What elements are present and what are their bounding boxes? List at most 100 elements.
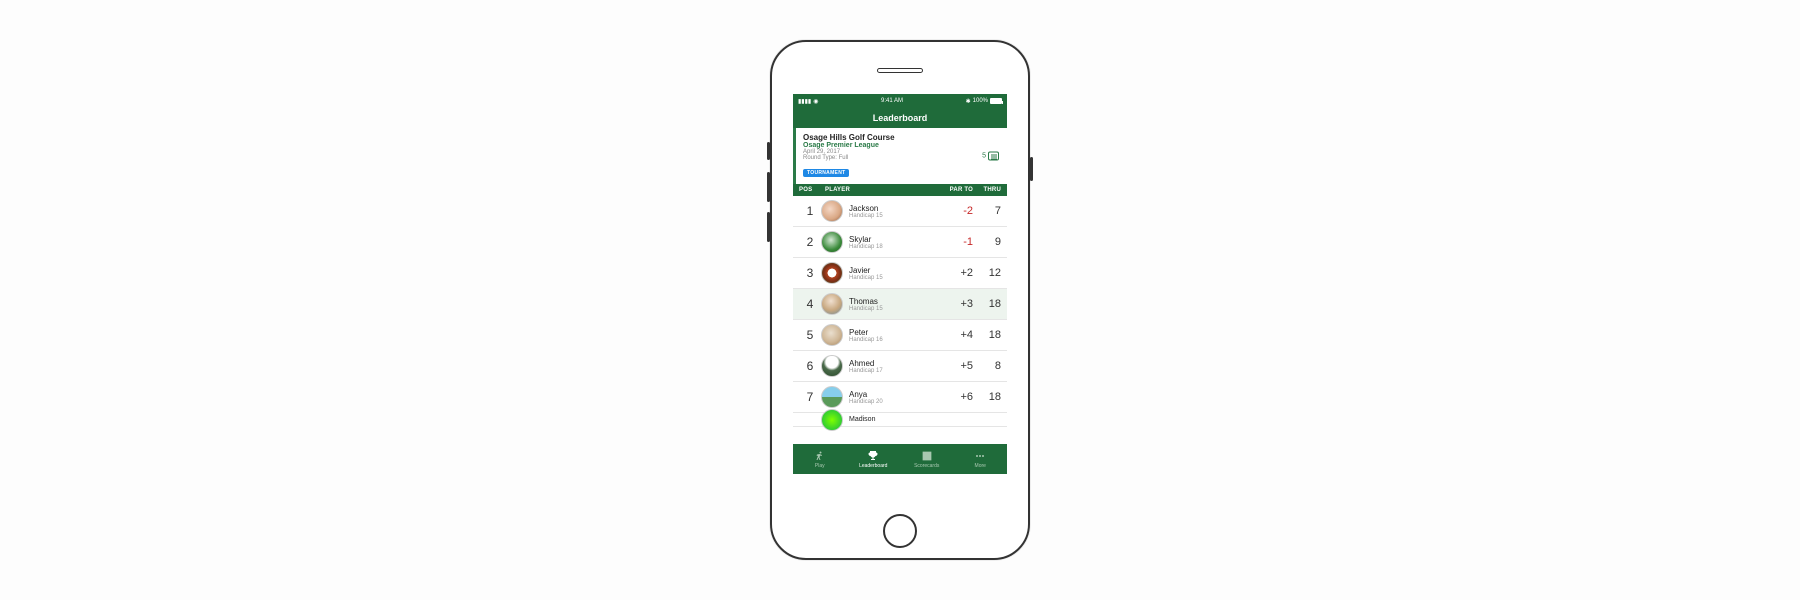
leaderboard-row[interactable]: Madison (793, 413, 1007, 427)
more-icon (974, 450, 986, 462)
par-to: +5 (939, 360, 973, 372)
battery-percent: 100% (973, 98, 988, 104)
wifi-icon: ◉ (813, 98, 818, 105)
status-time: 9:41 AM (881, 98, 903, 104)
col-player: PLAYER (821, 187, 939, 193)
volume-up (767, 172, 770, 202)
player-name: Ahmed (849, 359, 939, 368)
player-info: JavierHandicap 15 (849, 266, 939, 281)
trophy-icon (867, 450, 879, 462)
player-info: ThomasHandicap 15 (849, 297, 939, 312)
par-to: +2 (939, 267, 973, 279)
round-type: Round Type: Full (803, 155, 1000, 161)
position: 4 (799, 297, 821, 311)
tab-play-label: Play (815, 463, 825, 469)
thru: 18 (973, 298, 1001, 310)
player-info: JacksonHandicap 15 (849, 204, 939, 219)
bluetooth-icon: ✱ (966, 98, 971, 105)
player-info: SkylarHandicap 18 (849, 235, 939, 250)
home-button[interactable] (883, 514, 917, 548)
thru: 9 (973, 236, 1001, 248)
handicap: Handicap 16 (849, 337, 939, 343)
tab-bar: Play Leaderboard Scorecards More (793, 444, 1007, 474)
player-name: Anya (849, 390, 939, 399)
leaderboard-rows[interactable]: 1JacksonHandicap 15-272SkylarHandicap 18… (793, 196, 1007, 444)
speaker (877, 68, 923, 73)
player-name: Skylar (849, 235, 939, 244)
position: 1 (799, 204, 821, 218)
par-to: +4 (939, 329, 973, 341)
comment-count: 5 (982, 153, 986, 160)
tournament-badge: TOURNAMENT (803, 169, 849, 177)
leaderboard-row[interactable]: 3 JavierHandicap 15+212 (793, 258, 1007, 289)
tab-scorecards[interactable]: Scorecards (900, 444, 954, 474)
thru: 8 (973, 360, 1001, 372)
thru: 12 (973, 267, 1001, 279)
player-name: Madison (849, 416, 939, 423)
leaderboard-row[interactable]: 2 SkylarHandicap 18-19 (793, 227, 1007, 258)
avatar (821, 386, 843, 408)
player-name: Peter (849, 328, 939, 337)
position: 6 (799, 359, 821, 373)
signal-icon: ▮▮▮▮ (798, 98, 811, 105)
thru: 18 (973, 329, 1001, 341)
phone-frame: ▮▮▮▮ ◉ 9:41 AM ✱ 100% Leaderboard Osage … (770, 40, 1030, 560)
player-info: Madison (849, 416, 939, 423)
par-to: -1 (939, 236, 973, 248)
table-header: POS PLAYER PAR TO THRU (793, 184, 1007, 196)
leaderboard-row[interactable]: 4ThomasHandicap 15+318 (793, 289, 1007, 320)
avatar (821, 409, 843, 431)
avatar (821, 324, 843, 346)
leaderboard-row[interactable]: 7AnyaHandicap 20+618 (793, 382, 1007, 413)
player-info: AhmedHandicap 17 (849, 359, 939, 374)
player-name: Thomas (849, 297, 939, 306)
status-bar: ▮▮▮▮ ◉ 9:41 AM ✱ 100% (793, 94, 1007, 108)
thru: 7 (973, 205, 1001, 217)
avatar (821, 231, 843, 253)
avatar (821, 200, 843, 222)
comments-button[interactable]: 5 (982, 152, 999, 161)
scorecard-icon (921, 450, 933, 462)
course-name: Osage Hills Golf Course (803, 133, 1000, 142)
position: 3 (799, 266, 821, 280)
col-pos: POS (799, 187, 821, 193)
handicap: Handicap 15 (849, 213, 939, 219)
comment-icon (988, 152, 999, 161)
handicap: Handicap 20 (849, 399, 939, 405)
tab-scorecards-label: Scorecards (914, 463, 939, 469)
handicap: Handicap 15 (849, 306, 939, 312)
par-to: -2 (939, 205, 973, 217)
player-name: Javier (849, 266, 939, 275)
league-name: Osage Premier League (803, 142, 1000, 149)
leaderboard-row[interactable]: 6 AhmedHandicap 17+58 (793, 351, 1007, 382)
golfer-icon (814, 450, 826, 462)
col-thru: THRU (973, 187, 1001, 193)
col-par: PAR TO (939, 187, 973, 193)
position: 2 (799, 235, 821, 249)
tournament-info-card[interactable]: Osage Hills Golf Course Osage Premier Le… (793, 128, 1007, 184)
handicap: Handicap 18 (849, 244, 939, 250)
avatar (821, 262, 843, 284)
side-button (1030, 157, 1033, 181)
position: 5 (799, 328, 821, 342)
player-name: Jackson (849, 204, 939, 213)
volume-down (767, 212, 770, 242)
tab-more[interactable]: More (954, 444, 1008, 474)
leaderboard-row[interactable]: 1 JacksonHandicap 15-27 (793, 196, 1007, 227)
tab-play[interactable]: Play (793, 444, 847, 474)
tab-leaderboard-label: Leaderboard (859, 463, 887, 469)
screen: ▮▮▮▮ ◉ 9:41 AM ✱ 100% Leaderboard Osage … (793, 94, 1007, 474)
nav-bar: Leaderboard (793, 108, 1007, 128)
par-to: +6 (939, 391, 973, 403)
avatar (821, 355, 843, 377)
player-info: PeterHandicap 16 (849, 328, 939, 343)
handicap: Handicap 17 (849, 368, 939, 374)
avatar (821, 293, 843, 315)
battery-icon (990, 98, 1002, 104)
thru: 18 (973, 391, 1001, 403)
leaderboard-row[interactable]: 5 PeterHandicap 16+418 (793, 320, 1007, 351)
handicap: Handicap 15 (849, 275, 939, 281)
page-title: Leaderboard (873, 113, 928, 123)
tab-leaderboard[interactable]: Leaderboard (847, 444, 901, 474)
mute-switch (767, 142, 770, 160)
